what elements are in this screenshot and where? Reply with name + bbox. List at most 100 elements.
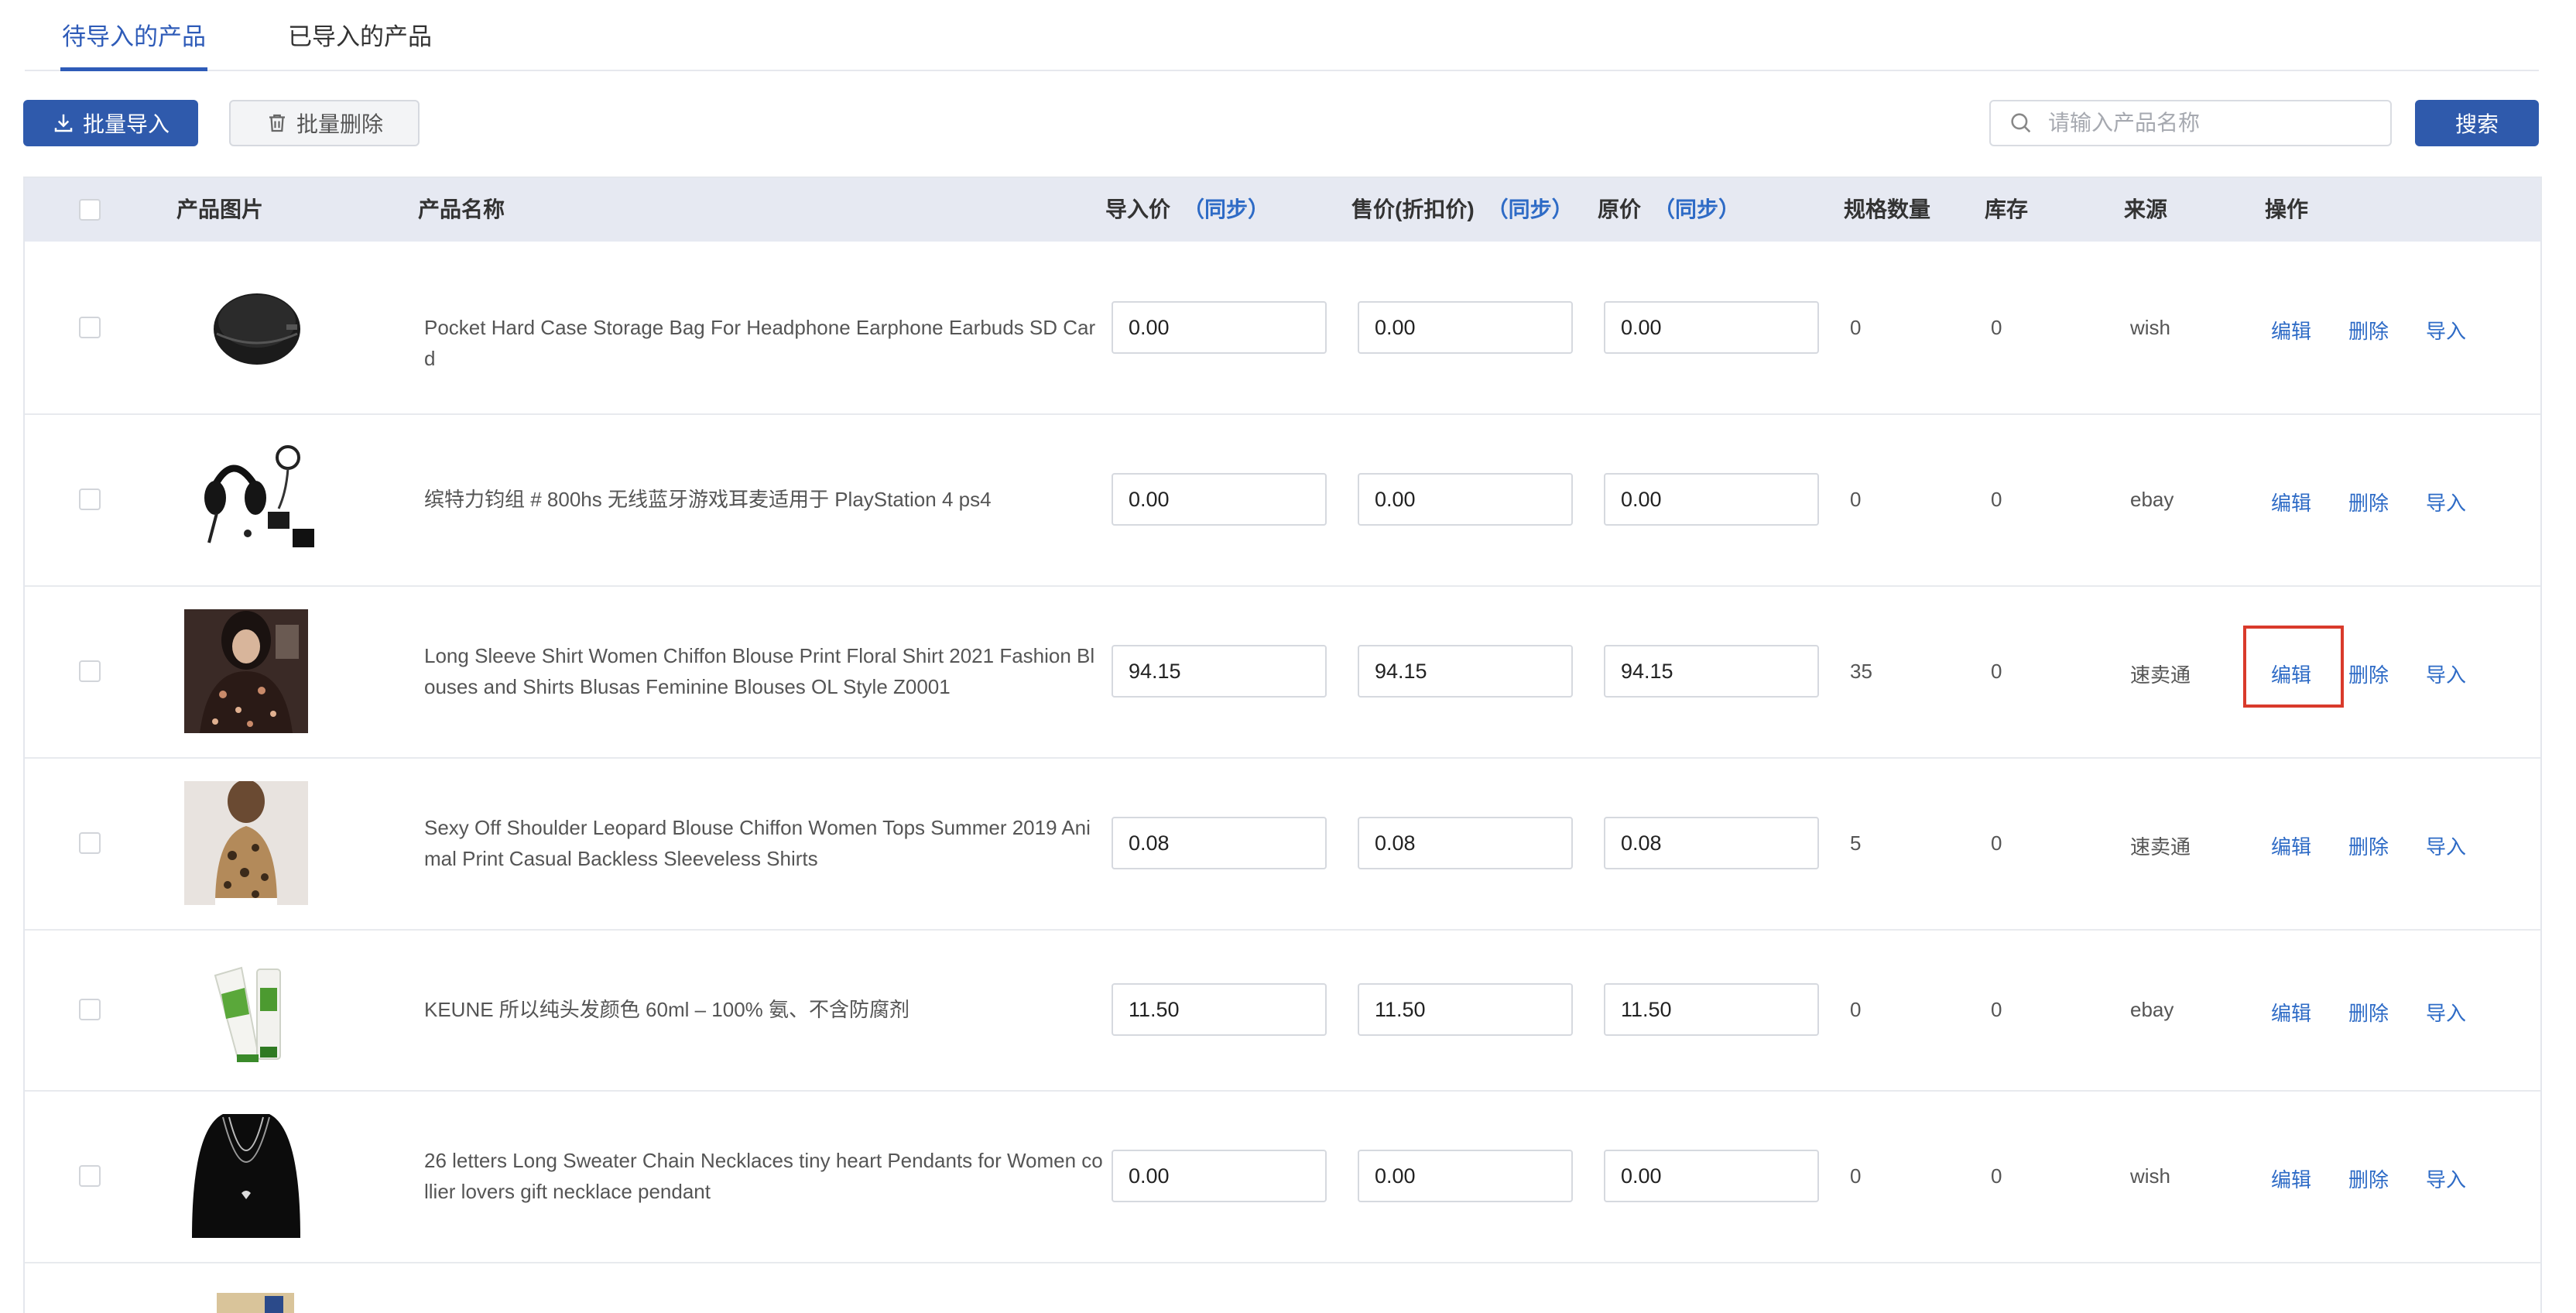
header-import-price-label: 导入价 [1105, 197, 1171, 221]
header-sale-price: 售价(折扣价) （同步） [1351, 178, 1574, 242]
stock-count: 0 [1991, 831, 2002, 855]
header-original-price-label: 原价 [1598, 197, 1642, 221]
edit-link[interactable]: 编辑 [2271, 660, 2311, 688]
sale-price-input[interactable]: 0.08 [1358, 817, 1573, 869]
sale-price-input[interactable]: 11.50 [1358, 983, 1573, 1036]
original-price-input[interactable]: 0.00 [1604, 301, 1819, 354]
source: 速卖通 [2130, 663, 2191, 687]
delete-link[interactable]: 删除 [2348, 831, 2389, 860]
original-price-input[interactable]: 0.00 [1604, 1150, 1819, 1202]
sync-original-price-link[interactable]: （同步） [1653, 197, 1740, 221]
stock-count: 0 [1991, 488, 2002, 511]
table-header: 产品图片 产品名称 导入价 （同步） 售价(折扣价) （同步） 原价 （同步） 规格数… [25, 178, 2540, 242]
original-price-input[interactable]: 0.08 [1604, 817, 1819, 869]
header-actions: 操作 [2265, 197, 2309, 221]
sync-import-price-link[interactable]: （同步） [1183, 197, 1269, 221]
import-price-input[interactable]: 94.15 [1112, 645, 1327, 698]
table-row: Sexy Off Shoulder Leopard Blouse Chiffon… [25, 757, 2540, 931]
table-row: KEUNE 所以纯头发颜色 60ml – 100% 氨、不含防腐剂 11.50 … [25, 929, 2540, 1092]
table-row: 26 letters Long Sweater Chain Necklaces … [25, 1090, 2540, 1263]
stock-count: 0 [1991, 998, 2002, 1021]
row-checkbox[interactable] [79, 660, 101, 682]
delete-link[interactable]: 删除 [2348, 1164, 2389, 1193]
header-source: 来源 [2124, 197, 2168, 221]
trash-icon [269, 114, 285, 132]
table-row: Long Sleeve Shirt Women Chiffon Blouse P… [25, 585, 2540, 759]
import-link[interactable]: 导入 [2426, 998, 2466, 1027]
search-button[interactable]: 搜索 [2415, 100, 2539, 146]
product-name: Pocket Hard Case Storage Bag For Headpho… [424, 316, 1096, 370]
row-checkbox[interactable] [79, 999, 101, 1020]
edit-link[interactable]: 编辑 [2271, 998, 2311, 1027]
product-name: 26 letters Long Sweater Chain Necklaces … [424, 1149, 1103, 1203]
source: wish [2130, 1164, 2171, 1188]
delete-link[interactable]: 删除 [2348, 660, 2389, 688]
edit-link[interactable]: 编辑 [2271, 1164, 2311, 1193]
product-name: Sexy Off Shoulder Leopard Blouse Chiffon… [424, 816, 1091, 870]
row-checkbox[interactable] [79, 832, 101, 854]
import-link[interactable]: 导入 [2426, 1164, 2466, 1193]
import-link[interactable]: 导入 [2426, 660, 2466, 688]
tab-pending-products[interactable]: 待导入的产品 [60, 14, 207, 71]
row-checkbox[interactable] [79, 489, 101, 510]
source: ebay [2130, 998, 2174, 1021]
row-checkbox[interactable] [79, 317, 101, 338]
search-input[interactable] [2047, 110, 2375, 136]
download-icon [54, 114, 73, 132]
import-link[interactable]: 导入 [2426, 316, 2466, 345]
import-link[interactable]: 导入 [2426, 831, 2466, 860]
stock-count: 0 [1991, 660, 2002, 683]
header-stock: 库存 [1985, 197, 2029, 221]
header-sale-price-label: 售价(折扣价) [1351, 197, 1475, 221]
source: wish [2130, 316, 2171, 339]
spec-count: 0 [1850, 1164, 1862, 1188]
batch-import-button[interactable]: 批量导入 [23, 100, 198, 146]
row-checkbox[interactable] [79, 1165, 101, 1187]
stock-count: 0 [1991, 1164, 2002, 1188]
batch-delete-button[interactable]: 批量删除 [229, 100, 420, 146]
import-price-input[interactable]: 0.00 [1112, 301, 1327, 354]
delete-link[interactable]: 删除 [2348, 316, 2389, 345]
batch-import-label: 批量导入 [82, 112, 170, 136]
tab-imported-products[interactable]: 已导入的产品 [288, 14, 432, 68]
sale-price-input[interactable]: 0.00 [1358, 301, 1573, 354]
header-image: 产品图片 [176, 197, 264, 221]
import-price-input[interactable]: 0.00 [1112, 1150, 1327, 1202]
table-row [25, 1262, 2540, 1313]
spec-count: 35 [1850, 660, 1872, 683]
edit-link[interactable]: 编辑 [2271, 316, 2311, 345]
sync-sale-price-link[interactable]: （同步） [1487, 197, 1574, 221]
edit-link[interactable]: 编辑 [2271, 831, 2311, 860]
delete-link[interactable]: 删除 [2348, 488, 2389, 516]
edit-link[interactable]: 编辑 [2271, 488, 2311, 516]
original-price-input[interactable]: 0.00 [1604, 473, 1819, 526]
product-table: 产品图片 产品名称 导入价 （同步） 售价(折扣价) （同步） 原价 （同步） 规格数… [23, 177, 2542, 1313]
spec-count: 0 [1850, 998, 1862, 1021]
table-row: 缤特力钧组 # 800hs 无线蓝牙游戏耳麦适用于 PlayStation 4 … [25, 413, 2540, 587]
tab-bar: 待导入的产品 已导入的产品 [25, 0, 2539, 71]
spec-count: 0 [1850, 488, 1862, 511]
import-price-input[interactable]: 0.08 [1112, 817, 1327, 869]
select-all-checkbox[interactable] [79, 199, 101, 221]
search-box [1989, 100, 2392, 146]
product-name: Long Sleeve Shirt Women Chiffon Blouse P… [424, 644, 1095, 698]
import-price-input[interactable]: 11.50 [1112, 983, 1327, 1036]
search-button-label: 搜索 [2454, 112, 2499, 136]
product-image [194, 1288, 317, 1313]
product-name: 缤特力钧组 # 800hs 无线蓝牙游戏耳麦适用于 PlayStation 4 … [424, 488, 992, 511]
import-price-input[interactable]: 0.00 [1112, 473, 1327, 526]
sale-price-input[interactable]: 0.00 [1358, 1150, 1573, 1202]
product-image [194, 437, 317, 561]
delete-link[interactable]: 删除 [2348, 998, 2389, 1027]
header-import-price: 导入价 （同步） [1105, 178, 1269, 242]
sale-price-input[interactable]: 94.15 [1358, 645, 1573, 698]
original-price-input[interactable]: 11.50 [1604, 983, 1819, 1036]
spec-count: 5 [1850, 831, 1862, 855]
header-name: 产品名称 [418, 197, 505, 221]
source: ebay [2130, 488, 2174, 511]
stock-count: 0 [1991, 316, 2002, 339]
original-price-input[interactable]: 94.15 [1604, 645, 1819, 698]
sale-price-input[interactable]: 0.00 [1358, 473, 1573, 526]
product-image [184, 1114, 308, 1238]
import-link[interactable]: 导入 [2426, 488, 2466, 516]
